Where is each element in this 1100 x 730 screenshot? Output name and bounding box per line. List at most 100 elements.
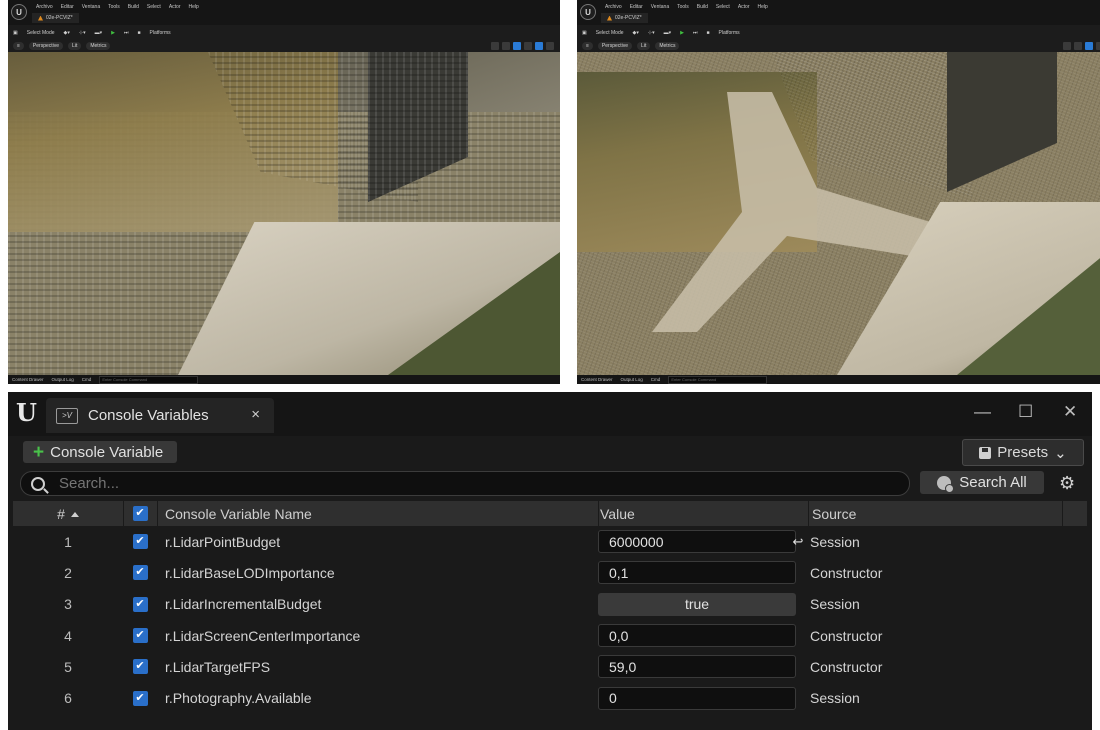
table-row[interactable]: 5 ✔ r.LidarTargetFPS 59,0 Constructor — [13, 651, 1062, 682]
menu-item[interactable]: Select — [716, 4, 730, 10]
cmd-dropdown[interactable]: Cmd — [651, 377, 661, 382]
translate-icon[interactable] — [1063, 42, 1071, 50]
tab-close-icon[interactable]: × — [251, 406, 260, 423]
rotate-icon[interactable] — [1074, 42, 1082, 50]
checkbox-checked-icon[interactable]: ✔ — [132, 690, 148, 706]
add-actor-icon[interactable]: ◆▾ — [64, 30, 70, 36]
scale-icon[interactable] — [1096, 42, 1100, 50]
translate-icon[interactable] — [491, 42, 499, 50]
select-mode-button[interactable]: Select Mode — [596, 30, 624, 36]
checkbox-checked-icon[interactable]: ✔ — [132, 565, 148, 581]
column-divider[interactable] — [598, 501, 599, 526]
level-tab[interactable]: 02e-PCVIZ* — [601, 13, 648, 23]
viewport-options-button[interactable]: ≡ — [13, 42, 24, 50]
menu-item[interactable]: Help — [189, 4, 199, 10]
header-number[interactable]: # — [13, 506, 123, 522]
viewport-3d[interactable] — [8, 52, 560, 375]
close-icon[interactable]: ✕ — [1063, 402, 1077, 422]
grid-snap-icon[interactable] — [1085, 42, 1093, 50]
header-checkbox[interactable]: ✔ — [123, 506, 157, 521]
menu-item[interactable]: Tools — [108, 4, 120, 10]
unreal-logo-icon[interactable]: U — [16, 400, 40, 426]
unreal-logo-icon[interactable]: U — [11, 4, 27, 20]
table-row[interactable]: 2 ✔ r.LidarBaseLODImportance 0,1 Constru… — [13, 557, 1062, 588]
console-command-input[interactable]: Enter Console Command — [668, 375, 768, 384]
menu-item[interactable]: Actor — [738, 4, 750, 10]
metrics-button[interactable]: Metrics — [86, 42, 111, 50]
cmd-dropdown[interactable]: Cmd — [82, 377, 92, 382]
menu-item[interactable]: Editar — [630, 4, 643, 10]
header-value[interactable]: Value — [598, 506, 808, 522]
value-input[interactable]: 0 — [598, 686, 796, 710]
table-row[interactable]: 6 ✔ r.Photography.Available 0 Session — [13, 682, 1062, 713]
search-input[interactable] — [57, 474, 881, 493]
checkbox-checked-icon[interactable]: ✔ — [132, 506, 148, 521]
table-row[interactable]: 1 ✔ r.LidarPointBudget 6000000 ↩ Session — [13, 526, 1062, 557]
table-row[interactable]: 4 ✔ r.LidarScreenCenterImportance 0,0 Co… — [13, 620, 1062, 651]
perspective-button[interactable]: Perspective — [597, 42, 633, 50]
scale-icon[interactable] — [524, 42, 532, 50]
viewport-3d[interactable] — [577, 52, 1100, 375]
presets-button[interactable]: Presets ⌄ — [962, 439, 1084, 466]
checkbox-checked-icon[interactable]: ✔ — [132, 596, 148, 612]
value-input[interactable]: 6000000 — [598, 530, 796, 554]
table-row[interactable]: 3 ✔ r.LidarIncrementalBudget true Sessio… — [13, 589, 1062, 620]
cinematics-icon[interactable]: ▬▾ — [95, 30, 103, 36]
menu-item[interactable]: Select — [147, 4, 161, 10]
platforms-button[interactable]: Platforms — [719, 30, 740, 36]
lit-button[interactable]: Lit — [637, 42, 651, 50]
step-icon[interactable]: ⏭ — [124, 30, 129, 36]
viewport-options-button[interactable]: ≡ — [582, 42, 593, 50]
play-button[interactable]: ▶ — [111, 30, 115, 36]
play-button[interactable]: ▶ — [680, 30, 684, 36]
reset-arrow-icon[interactable]: ↩ — [790, 534, 806, 550]
minimize-icon[interactable]: — — [974, 402, 991, 422]
content-drawer-button[interactable]: Content Drawer — [581, 377, 613, 382]
console-command-input[interactable]: Enter Console Command — [99, 375, 199, 384]
gear-icon[interactable]: ⚙ — [1059, 473, 1075, 494]
header-name[interactable]: Console Variable Name — [157, 506, 598, 522]
unreal-logo-icon[interactable]: U — [580, 4, 596, 20]
column-divider[interactable] — [123, 501, 124, 526]
checkbox-checked-icon[interactable]: ✔ — [132, 534, 148, 550]
menu-item[interactable]: Tools — [677, 4, 689, 10]
camera-speed-icon[interactable] — [535, 42, 543, 50]
menu-item[interactable]: Build — [128, 4, 139, 10]
checkbox-checked-icon[interactable]: ✔ — [132, 659, 148, 675]
step-icon[interactable]: ⏭ — [693, 30, 698, 36]
level-tab[interactable]: 02e-PCVIZ* — [32, 13, 79, 23]
menu-item[interactable]: Ventana — [651, 4, 669, 10]
menu-item[interactable]: Actor — [169, 4, 181, 10]
save-icon[interactable]: ▣ — [13, 30, 18, 36]
stop-icon[interactable]: ■ — [137, 30, 140, 36]
maximize-icon[interactable]: ☐ — [1018, 402, 1033, 422]
menu-item[interactable]: Archivo — [605, 4, 622, 10]
lit-button[interactable]: Lit — [68, 42, 82, 50]
perspective-button[interactable]: Perspective — [28, 42, 64, 50]
menu-item[interactable]: Help — [758, 4, 768, 10]
search-all-button[interactable]: Search All — [920, 471, 1044, 494]
column-divider[interactable] — [808, 501, 809, 526]
add-actor-icon[interactable]: ◆▾ — [633, 30, 639, 36]
blueprint-icon[interactable]: ⊹▾ — [648, 30, 655, 36]
output-log-button[interactable]: Output Log — [621, 377, 643, 382]
column-divider[interactable] — [157, 501, 158, 526]
maximize-icon[interactable] — [546, 42, 554, 50]
menu-item[interactable]: Build — [697, 4, 708, 10]
add-console-variable-button[interactable]: + Console Variable — [23, 441, 178, 463]
checkbox-checked-icon[interactable]: ✔ — [132, 628, 148, 644]
menu-item[interactable]: Editar — [61, 4, 74, 10]
content-drawer-button[interactable]: Content Drawer — [12, 377, 44, 382]
value-input[interactable]: 59,0 — [598, 655, 796, 679]
grid-snap-icon[interactable] — [513, 42, 521, 50]
select-mode-button[interactable]: Select Mode — [27, 30, 55, 36]
platforms-button[interactable]: Platforms — [150, 30, 171, 36]
bool-toggle-button[interactable]: true — [598, 592, 796, 616]
menu-item[interactable]: Ventana — [82, 4, 100, 10]
header-source[interactable]: Source — [808, 506, 1062, 522]
save-icon[interactable]: ▣ — [582, 30, 587, 36]
blueprint-icon[interactable]: ⊹▾ — [79, 30, 86, 36]
search-bar[interactable] — [20, 471, 910, 496]
value-input[interactable]: 0,1 — [598, 561, 796, 585]
value-input[interactable]: 0,0 — [598, 624, 796, 648]
